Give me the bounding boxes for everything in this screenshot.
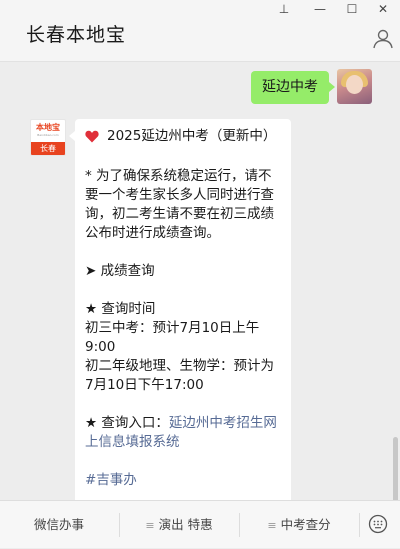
submenu-icon: ≡ (145, 519, 155, 532)
menu-label: 中考查分 (280, 517, 331, 532)
time-line-grade8: 初二年级地理、生物学：预计为7月10日下午17:00 (85, 358, 274, 393)
hashtag-link[interactable]: #吉事办 (85, 471, 281, 490)
section-heading: ➤ 成绩查询 (85, 263, 155, 279)
menu-item-exam-scores[interactable]: ≡ 中考查分 (240, 501, 358, 548)
menu-item-shows-deals[interactable]: ≡ 演出 特惠 (120, 501, 238, 548)
bot-logo-text: 本地宝 (36, 123, 60, 132)
menu-divider (359, 513, 360, 537)
bot-logo-city: 长春 (31, 142, 65, 155)
bot-logo-sub: Bendibao.com (37, 133, 59, 137)
scrollbar[interactable] (393, 437, 398, 500)
minimize-button[interactable]: — (309, 2, 331, 16)
entry-prefix: ★ 查询入口： (85, 415, 169, 431)
heart-icon (85, 130, 99, 143)
bot-message-bubble[interactable]: 2025延边州中考（更新中） * 为了确保系统稳定运行，请不要一个考生家长多人同… (69, 119, 291, 500)
avatar-face (346, 75, 363, 94)
time-heading: ★ 查询时间 (85, 301, 156, 317)
message-title: 2025延边州中考（更新中） (107, 128, 277, 144)
notice-text: * 为了确保系统稳定运行，请不要一个考生家长多人同时进行查询，初二考生请不要在初… (85, 168, 274, 241)
pin-icon[interactable]: ⊥ (273, 2, 295, 16)
close-button[interactable]: ✕ (372, 2, 394, 16)
maximize-button[interactable]: ☐ (341, 2, 363, 16)
query-time-block: ★ 查询时间 初三中考：预计7月10日上午9:00 初二年级地理、生物学：预计为… (85, 300, 281, 395)
menu-label: 微信办事 (33, 517, 84, 532)
user-avatar[interactable] (337, 69, 372, 104)
chat-title: 长春本地宝 (26, 24, 127, 46)
menu-item-wechat-services[interactable]: 微信办事 (0, 501, 118, 548)
title-bar: 长春本地宝 ⊥ — ☐ ✕ (0, 0, 400, 62)
keyboard-icon[interactable] (368, 514, 388, 534)
menu-label: 演出 特惠 (158, 517, 213, 532)
user-message-bubble[interactable]: 延边中考 (251, 71, 335, 104)
submenu-icon: ≡ (267, 519, 277, 532)
message-title-row: 2025延边州中考（更新中） (85, 127, 281, 146)
time-line-grade9: 初三中考：预计7月10日上午9:00 (85, 320, 260, 355)
query-entry-block: ★ 查询入口：延边州中考招生网上信息填报系统 (85, 414, 281, 452)
bottom-menu: 微信办事 ≡ 演出 特惠 ≡ 中考查分 (0, 500, 400, 548)
chat-area[interactable]: 延边中考 本地宝 Bendibao.com 长春 2025延边州中考（更新中） … (0, 62, 400, 500)
bot-avatar[interactable]: 本地宝 Bendibao.com 长春 (30, 119, 66, 156)
profile-icon[interactable] (372, 28, 394, 50)
